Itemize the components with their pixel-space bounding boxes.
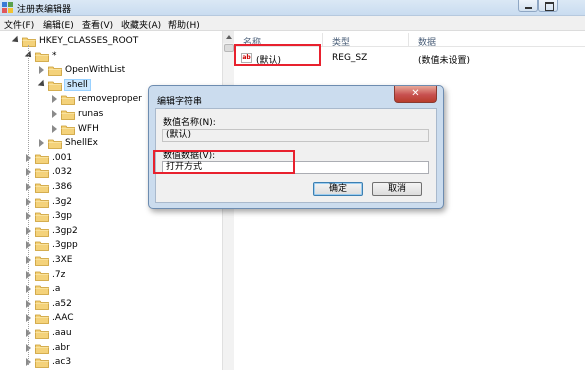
tree-item-label: .7z xyxy=(52,269,66,280)
column-header-type[interactable]: 类型 xyxy=(332,35,350,48)
tree-item-label: HKEY_CLASSES_ROOT xyxy=(39,36,139,46)
tree-item-label: WFH xyxy=(78,123,99,134)
tree-item[interactable]: .ac3 xyxy=(25,355,222,370)
tree-item[interactable]: .3gpp xyxy=(25,238,222,253)
tree-item[interactable]: .abr xyxy=(25,341,222,356)
value-type: REG_SZ xyxy=(332,53,368,63)
menu-file[interactable]: 文件(F) xyxy=(4,18,34,31)
tree-item[interactable]: .7z xyxy=(25,268,222,283)
folder-icon xyxy=(35,240,49,252)
folder-icon xyxy=(48,65,62,77)
folder-icon xyxy=(35,226,49,237)
menu-help[interactable]: 帮助(H) xyxy=(168,18,200,31)
folder-icon xyxy=(35,167,49,179)
tree-item[interactable]: .AAC xyxy=(25,311,222,326)
highlight-box-default-value xyxy=(234,44,321,66)
tree-item-label: .ac3 xyxy=(52,357,72,368)
folder-icon xyxy=(35,197,49,208)
cancel-button[interactable]: 取消 xyxy=(372,182,422,196)
tree-item-label: shell xyxy=(64,78,91,91)
tree-item[interactable]: .aau xyxy=(25,326,222,341)
value-name-field: (默认) xyxy=(162,129,429,142)
tree-item[interactable]: .3gp2 xyxy=(25,224,222,239)
dialog-title: 编辑字符串 xyxy=(157,97,203,107)
menu-edit[interactable]: 编辑(E) xyxy=(43,18,74,31)
value-data: (数值未设置) xyxy=(418,56,471,66)
column-header-data[interactable]: 数据 xyxy=(418,35,436,48)
title-bar: 注册表编辑器 xyxy=(0,0,585,16)
folder-icon xyxy=(61,109,75,120)
collapsed-arrow-icon[interactable] xyxy=(38,139,45,148)
tree-item-label: .aau xyxy=(52,328,72,338)
registry-editor-window: 注册表编辑器 文件(F) 编辑(E) 查看(V) 收藏夹(A) 帮助(H) HK… xyxy=(0,0,585,370)
dialog-close-button[interactable]: ✕ xyxy=(394,86,437,103)
collapsed-arrow-icon[interactable] xyxy=(38,66,45,75)
folder-icon xyxy=(35,313,49,325)
window-title: 注册表编辑器 xyxy=(17,5,72,15)
tree-item[interactable]: .3XE xyxy=(25,253,222,268)
collapsed-arrow-icon[interactable] xyxy=(51,124,58,133)
tree-item[interactable]: .a xyxy=(25,282,222,297)
registry-app-icon xyxy=(2,2,13,13)
folder-icon xyxy=(35,51,49,62)
folder-icon xyxy=(35,182,49,193)
tree-item-label: .3g2 xyxy=(52,196,73,207)
collapsed-arrow-icon[interactable] xyxy=(51,110,58,118)
expanded-arrow-icon[interactable] xyxy=(12,37,19,45)
tree-item-label: ShellEx xyxy=(65,138,98,149)
tree-item-label: * xyxy=(52,50,57,61)
tree-item[interactable]: .a52 xyxy=(25,297,222,312)
tree-item-label: .3gpp xyxy=(52,240,78,251)
folder-icon xyxy=(35,328,49,339)
menu-favorites[interactable]: 收藏夹(A) xyxy=(121,18,161,31)
ok-button[interactable]: 确定 xyxy=(313,182,363,196)
tree-item-label: removeproper xyxy=(78,94,142,105)
tree-item-label: OpenWithList xyxy=(65,65,126,76)
folder-icon xyxy=(35,284,49,296)
tree-item[interactable]: HKEY_CLASSES_ROOT xyxy=(12,34,222,49)
tree-item-label: runas xyxy=(78,109,104,119)
menu-bar: 文件(F) 编辑(E) 查看(V) 收藏夹(A) 帮助(H) xyxy=(0,16,585,31)
tree-item-label: .3XE xyxy=(52,255,73,265)
highlight-box-value-data xyxy=(153,150,295,174)
folder-icon xyxy=(48,80,62,91)
maximize-button[interactable] xyxy=(538,0,558,12)
folder-icon xyxy=(35,343,49,354)
folder-icon xyxy=(35,255,49,266)
tree-item-label: .a xyxy=(52,284,61,295)
tree-item-label: .3gp2 xyxy=(52,225,78,236)
folder-icon xyxy=(22,36,36,47)
folder-icon xyxy=(61,124,75,135)
folder-icon xyxy=(35,299,49,310)
folder-icon xyxy=(35,357,49,369)
folder-icon xyxy=(48,138,62,150)
tree-item[interactable]: * xyxy=(25,49,222,64)
folder-icon xyxy=(61,94,75,106)
tree-item-label: .386 xyxy=(52,182,73,192)
edit-string-dialog: 编辑字符串 ✕ 数值名称(N): (默认) 数值数据(V): 打开方式 确定 取… xyxy=(148,85,444,209)
tree-item-label: .3gp xyxy=(52,211,73,222)
tree-item[interactable]: OpenWithList xyxy=(38,63,222,78)
tree-item-label: .001 xyxy=(52,152,73,163)
tree-guide-line xyxy=(28,45,29,365)
tree-item-label: .032 xyxy=(52,167,73,178)
folder-icon xyxy=(35,153,49,164)
menu-view[interactable]: 查看(V) xyxy=(82,18,113,31)
folder-icon xyxy=(35,270,49,281)
collapsed-arrow-icon[interactable] xyxy=(51,95,58,104)
tree-item[interactable]: .3gp xyxy=(25,209,222,224)
value-name-label: 数值名称(N): xyxy=(163,118,216,128)
tree-item-label: .AAC xyxy=(52,313,74,324)
tree-item-label: .a52 xyxy=(52,298,72,309)
folder-icon xyxy=(35,211,49,223)
tree-item-label: .abr xyxy=(52,342,70,353)
expanded-arrow-icon[interactable] xyxy=(38,81,45,89)
scroll-thumb[interactable] xyxy=(224,44,234,52)
minimize-button[interactable] xyxy=(518,0,538,12)
